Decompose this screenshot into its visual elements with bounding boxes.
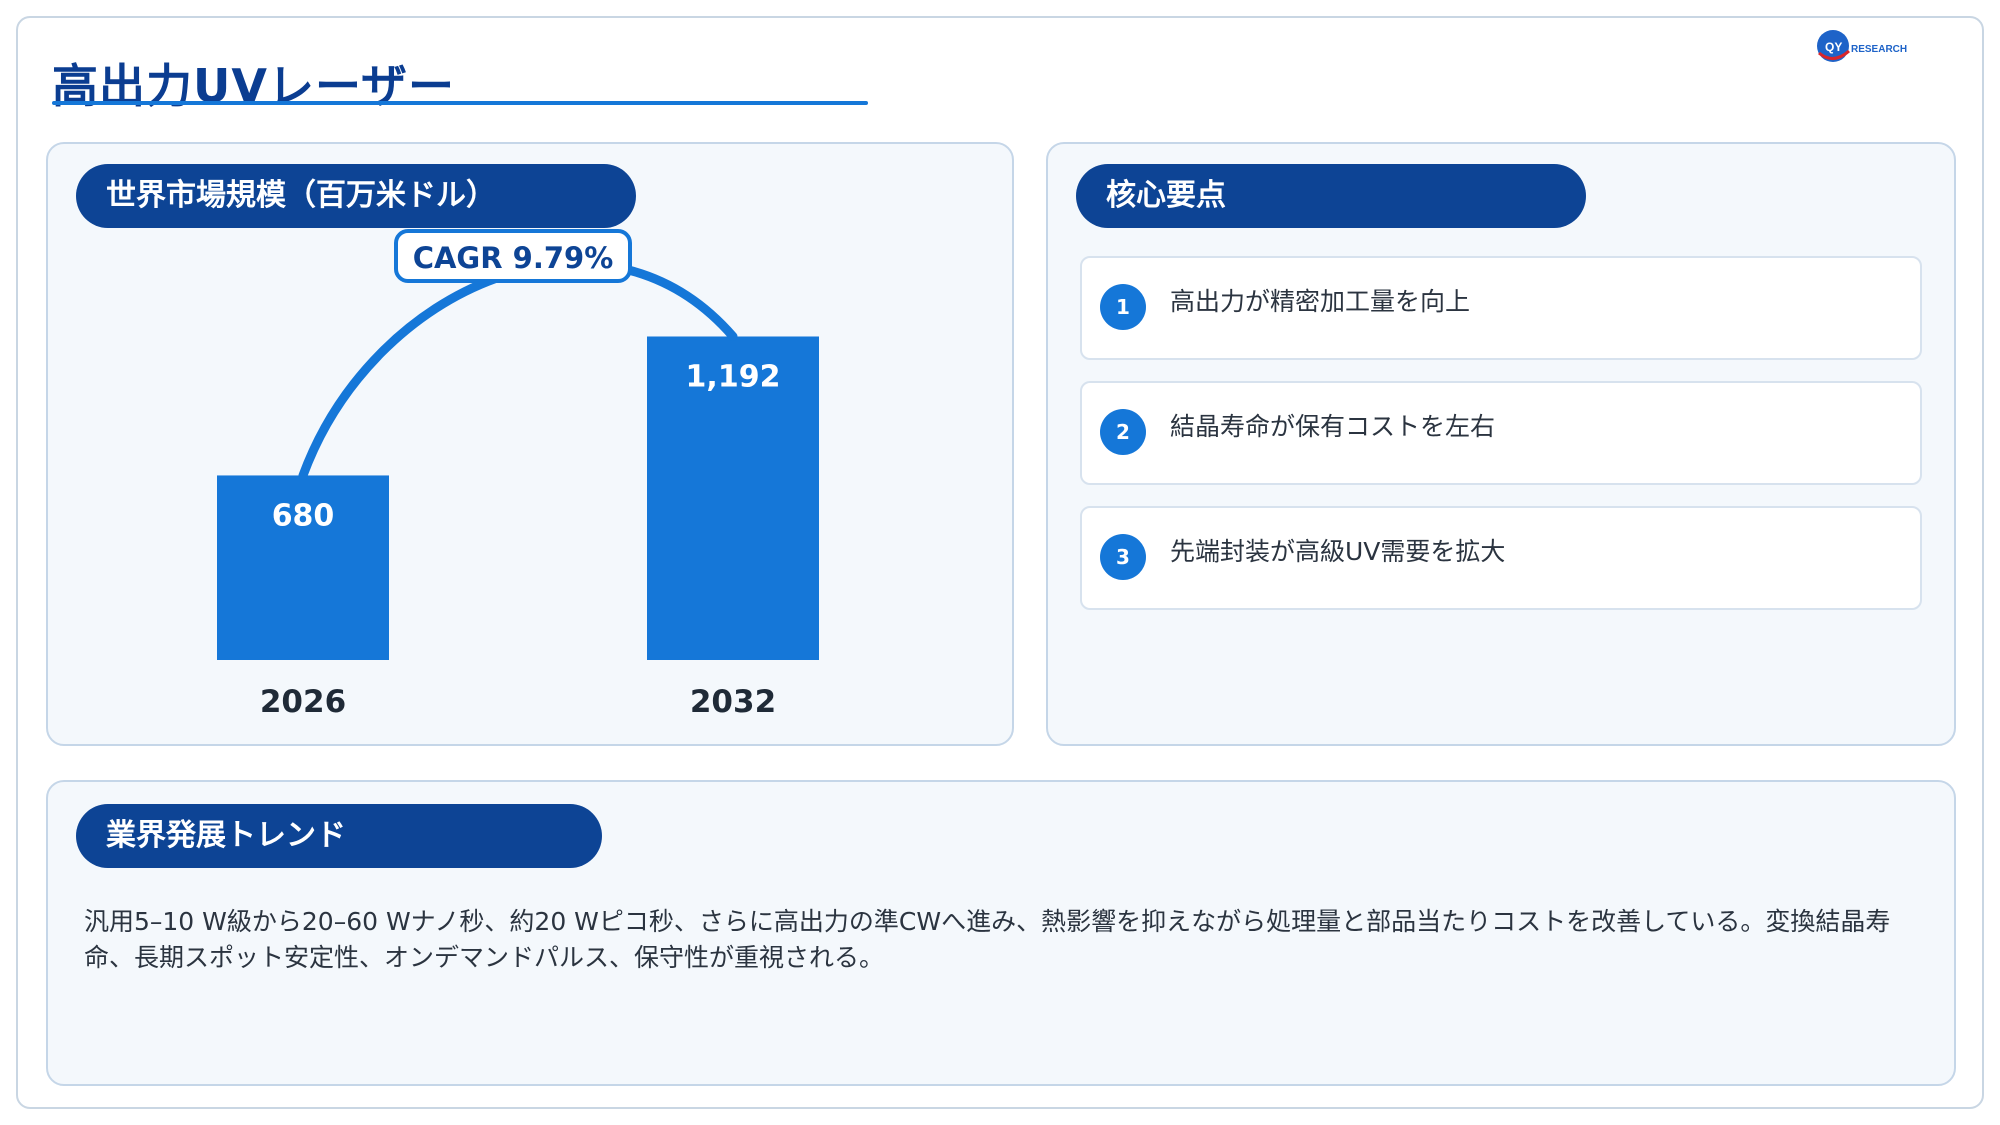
key-point-number: 3	[1100, 534, 1146, 580]
key-point-number: 1	[1100, 284, 1146, 330]
market-size-panel: 680 2026 1,192 2032 CAGR 9.79% 世界市場規模（百万米ドル）	[46, 142, 1014, 746]
x-tick-label: 2026	[260, 684, 346, 720]
key-point-card: 3 先端封装が高級UV需要を拡大	[1080, 506, 1922, 610]
industry-trend-panel: 業界発展トレンド 汎用5–10 W級から20–60 Wナノ秒、約20 Wピコ秒、…	[46, 780, 1956, 1086]
title-underline	[52, 101, 868, 105]
key-point-text: 先端封装が高級UV需要を拡大	[1170, 537, 1506, 566]
qyresearch-logo: QY RESEARCH	[1817, 30, 1907, 62]
key-point-card: 2 結晶寿命が保有コストを左右	[1080, 381, 1922, 485]
market-size-header: 世界市場規模（百万米ドル）	[76, 164, 636, 228]
bar-value-label: 680	[272, 498, 335, 533]
logo-mark: QY	[1825, 40, 1842, 54]
bar-value-label: 1,192	[686, 359, 781, 394]
key-point-text: 高出力が精密加工量を向上	[1170, 287, 1471, 316]
industry-trend-text: 汎用5–10 W級から20–60 Wナノ秒、約20 Wピコ秒、さらに高出力の準C…	[84, 907, 1891, 972]
logo-text: RESEARCH	[1851, 44, 1907, 55]
industry-trend-header: 業界発展トレンド	[76, 804, 602, 868]
cagr-label: CAGR 9.79%	[413, 241, 614, 275]
page-title: 高出力UVレーザー	[52, 59, 456, 113]
key-points-panel: 核心要点 1 高出力が精密加工量を向上 2 結晶寿命が保有コストを左右 3 先端…	[1046, 142, 1956, 746]
market-bar-chart: 680 2026 1,192 2032 CAGR 9.79%	[217, 229, 819, 720]
key-point-card: 1 高出力が精密加工量を向上	[1080, 256, 1922, 360]
x-tick-label: 2032	[690, 684, 776, 720]
key-point-text: 結晶寿命が保有コストを左右	[1170, 412, 1496, 441]
key-point-number: 2	[1100, 409, 1146, 455]
key-points-header: 核心要点	[1076, 164, 1586, 228]
